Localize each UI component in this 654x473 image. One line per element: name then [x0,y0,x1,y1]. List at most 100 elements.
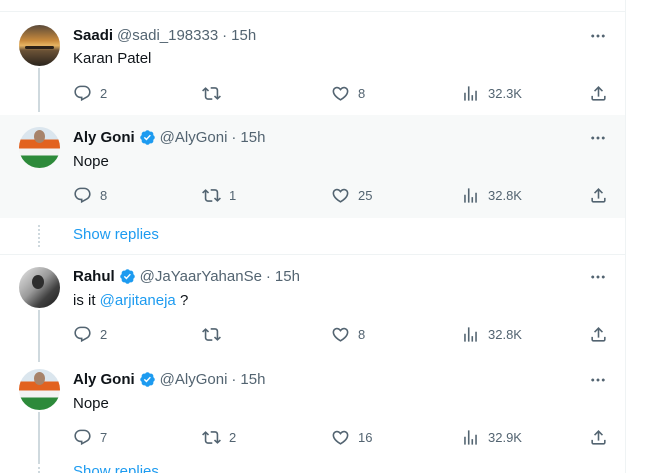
replies-feed: Saadi @sadi_198333 · 15h Karan Patel 2 8… [0,0,626,473]
tweet-header: Rahul @JaYaarYahanSe · 15h [73,268,300,285]
reply-icon [73,84,92,103]
bw-photo-avatar[interactable] [19,267,60,308]
views-button[interactable]: 32.8K [461,185,522,205]
reply-tweet[interactable]: Rahul @JaYaarYahanSe · 15h is it @arjita… [0,255,626,357]
share-icon [589,428,608,447]
reply-count: 2 [100,326,108,342]
author-handle[interactable]: @AlyGoni [160,371,228,388]
bar-chart-icon [461,84,480,103]
bar-chart-icon [461,186,480,205]
more-options-icon[interactable] [589,268,607,286]
thread-dots [38,462,40,473]
heart-icon [331,325,350,344]
tweet-text: Nope [73,395,109,412]
timestamp[interactable]: 15h [231,27,256,44]
like-button[interactable]: 8 [331,83,365,103]
view-count: 32.8K [488,326,522,342]
reply-count: 2 [100,85,108,101]
tweet-header: Saadi @sadi_198333 · 15h [73,27,256,44]
reply-icon [73,325,92,344]
sunset-photo-avatar[interactable] [19,25,60,66]
timestamp[interactable]: 15h [275,268,300,285]
tweet-header: Aly Goni @AlyGoni · 15h [73,129,265,146]
text-suffix: ? [175,292,189,309]
bar-chart-icon [461,428,480,447]
more-options-icon[interactable] [589,27,607,45]
flag-photo-avatar[interactable] [19,369,60,410]
share-button[interactable] [589,427,608,447]
share-icon [589,325,608,344]
retweet-button[interactable] [202,83,229,103]
share-button[interactable] [589,185,608,205]
tweet-text: Karan Patel [73,50,152,67]
like-button[interactable]: 25 [331,185,372,205]
tweet-header: Aly Goni @AlyGoni · 15h [73,371,265,388]
verified-badge-icon [139,129,156,146]
separator-dot: · [231,129,237,146]
reply-tweet[interactable]: Aly Goni @AlyGoni · 15h Nope 8 1 25 32.8… [0,115,625,218]
like-count: 25 [358,187,373,203]
more-options-icon[interactable] [589,129,607,147]
heart-icon [331,186,350,205]
tweet-text: is it @arjitaneja ? [73,292,188,309]
retweet-icon [202,428,221,447]
text-prefix: is it [73,292,100,309]
separator-dot: · [265,268,271,285]
views-button[interactable]: 32.9K [461,427,522,447]
reply-count: 8 [100,187,108,203]
view-count: 32.8K [488,187,522,203]
views-button[interactable]: 32.3K [461,83,522,103]
more-options-icon[interactable] [589,371,607,389]
retweet-button[interactable]: 2 [202,427,236,447]
views-button[interactable]: 32.8K [461,324,522,344]
mention-link[interactable]: @arjitaneja [100,292,176,309]
timestamp[interactable]: 15h [240,129,265,146]
reply-button[interactable]: 2 [73,83,107,103]
author-name[interactable]: Aly Goni [73,371,135,388]
like-button[interactable]: 8 [331,324,365,344]
timestamp[interactable]: 15h [240,371,265,388]
flag-photo-avatar[interactable] [19,127,60,168]
reply-icon [73,186,92,205]
heart-icon [331,84,350,103]
heart-icon [331,428,350,447]
author-name[interactable]: Rahul [73,268,115,285]
retweet-button[interactable]: 1 [202,185,236,205]
reply-button[interactable]: 7 [73,427,107,447]
tweet-text: Nope [73,153,109,170]
author-name[interactable]: Saadi [73,27,113,44]
retweet-icon [202,186,221,205]
thread-dots [38,225,40,247]
share-button[interactable] [589,83,608,103]
like-count: 8 [358,85,366,101]
reply-tweet[interactable]: Saadi @sadi_198333 · 15h Karan Patel 2 8… [0,12,626,115]
verified-badge-icon [139,371,156,388]
separator-dot: · [222,27,228,44]
author-handle[interactable]: @sadi_198333 [117,27,218,44]
retweet-button[interactable] [202,324,229,344]
view-count: 32.3K [488,85,522,101]
like-count: 8 [358,326,366,342]
reply-count: 7 [100,429,108,445]
show-replies-link[interactable]: Show replies [73,226,159,243]
bar-chart-icon [461,325,480,344]
author-handle[interactable]: @AlyGoni [160,129,228,146]
share-icon [589,186,608,205]
reply-button[interactable]: 2 [73,324,107,344]
share-icon [589,84,608,103]
author-handle[interactable]: @JaYaarYahanSe [140,268,262,285]
reply-tweet[interactable]: Aly Goni @AlyGoni · 15h Nope 7 2 16 32.9… [0,357,626,462]
retweet-count: 1 [229,187,237,203]
view-count: 32.9K [488,429,522,445]
show-replies-link[interactable]: Show replies [73,463,159,473]
like-button[interactable]: 16 [331,427,372,447]
like-count: 16 [358,429,373,445]
reply-icon [73,428,92,447]
separator-dot: · [231,371,237,388]
author-name[interactable]: Aly Goni [73,129,135,146]
retweet-icon [202,325,221,344]
retweet-icon [202,84,221,103]
verified-badge-icon [119,268,136,285]
reply-button[interactable]: 8 [73,185,107,205]
share-button[interactable] [589,324,608,344]
